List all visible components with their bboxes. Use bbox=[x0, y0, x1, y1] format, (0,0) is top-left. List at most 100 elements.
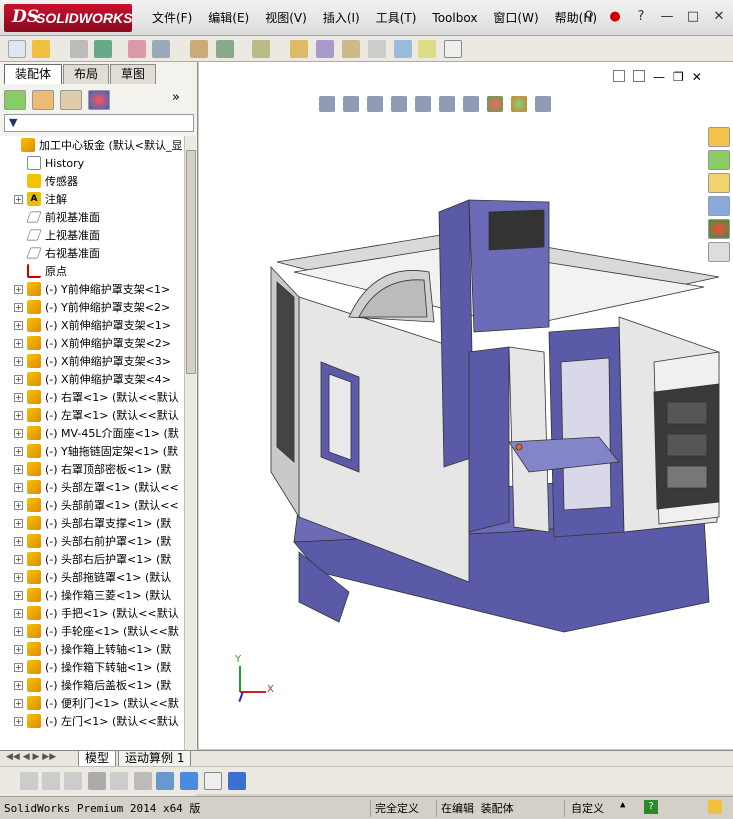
tree-item[interactable]: 加工中心钣金 (默认<默认_显 bbox=[0, 136, 184, 154]
expand-icon[interactable]: + bbox=[14, 680, 23, 690]
appearances-icon[interactable] bbox=[708, 219, 730, 239]
menu-window[interactable]: 窗口(W) bbox=[485, 9, 546, 27]
tree-item[interactable]: + (-) MV-45L介面座<1> (默 bbox=[0, 424, 184, 442]
reference-geometry-icon[interactable] bbox=[252, 40, 270, 58]
tree-item[interactable]: 传感器 bbox=[0, 172, 184, 190]
tree-item[interactable]: + (-) X前伸缩护罩支架<3> bbox=[0, 352, 184, 370]
tree-item[interactable]: + (-) 头部拖链罩<1> (默认 bbox=[0, 568, 184, 586]
align-icon[interactable] bbox=[134, 772, 152, 790]
expand-icon[interactable]: + bbox=[14, 320, 23, 330]
tree-item[interactable]: + (-) 手把<1> (默认<<默认 bbox=[0, 604, 184, 622]
close-icon[interactable]: ✕ bbox=[709, 7, 729, 27]
expand-icon[interactable]: + bbox=[14, 338, 23, 348]
snapshot-icon[interactable] bbox=[368, 40, 386, 58]
sketch-tool-icon[interactable] bbox=[20, 772, 38, 790]
menu-tools[interactable]: 工具(T) bbox=[368, 9, 425, 27]
tree-item[interactable]: + (-) 操作箱上转轴<1> (默 bbox=[0, 640, 184, 658]
shaded-icon[interactable] bbox=[180, 772, 198, 790]
tree-item[interactable]: + (-) 右罩顶部密板<1> (默 bbox=[0, 460, 184, 478]
expand-icon[interactable]: + bbox=[14, 374, 23, 384]
maximize-icon[interactable]: □ bbox=[683, 7, 703, 27]
tree-item[interactable]: + (-) 左门<1> (默认<<默认 bbox=[0, 712, 184, 730]
help-icon[interactable]: ? bbox=[631, 7, 651, 27]
tree-item[interactable]: + (-) 操作箱后盖板<1> (默 bbox=[0, 676, 184, 694]
expand-icon[interactable]: + bbox=[14, 608, 23, 618]
configuration-manager-icon[interactable] bbox=[60, 90, 82, 110]
tree-item[interactable]: + (-) X前伸缩护罩支架<2> bbox=[0, 334, 184, 352]
custom-properties-icon[interactable] bbox=[708, 242, 730, 262]
expand-icon[interactable]: + bbox=[14, 662, 23, 672]
tree-item[interactable]: 上视基准面 bbox=[0, 226, 184, 244]
open-icon[interactable] bbox=[32, 40, 50, 58]
expand-icon[interactable]: + bbox=[14, 626, 23, 636]
save-icon[interactable] bbox=[228, 772, 246, 790]
tree-item[interactable]: + (-) 手轮座<1> (默认<<默 bbox=[0, 622, 184, 640]
expand-icon[interactable]: + bbox=[14, 356, 23, 366]
expand-icon[interactable]: + bbox=[14, 554, 23, 564]
chart-icon[interactable] bbox=[156, 772, 174, 790]
solidworks-logo[interactable]: DS SOLIDWORKS bbox=[4, 4, 132, 32]
tree-item[interactable]: + (-) 便利门<1> (默认<<默 bbox=[0, 694, 184, 712]
tree-filter[interactable]: ▼ bbox=[4, 114, 194, 132]
interference-icon[interactable] bbox=[342, 40, 360, 58]
menu-edit[interactable]: 编辑(E) bbox=[200, 9, 257, 27]
file-explorer-icon[interactable] bbox=[708, 173, 730, 193]
pin-icon[interactable]: ⚲ bbox=[579, 7, 599, 27]
expand-icon[interactable]: + bbox=[14, 518, 23, 528]
property-manager-icon[interactable] bbox=[32, 90, 54, 110]
instant3d-icon[interactable] bbox=[418, 40, 436, 58]
expand-icon[interactable]: + bbox=[14, 446, 23, 456]
tree-item[interactable]: + (-) 右罩<1> (默认<<默认 bbox=[0, 388, 184, 406]
insert-component-icon[interactable] bbox=[128, 40, 146, 58]
tree-item[interactable]: + (-) 头部左罩<1> (默认<< bbox=[0, 478, 184, 496]
wireframe-icon[interactable] bbox=[64, 772, 82, 790]
tab-motion-study[interactable]: 运动算例 1 bbox=[118, 751, 192, 767]
table-icon[interactable] bbox=[204, 772, 222, 790]
tree-item[interactable]: + (-) 头部右后护罩<1> (默 bbox=[0, 550, 184, 568]
display-manager-icon[interactable] bbox=[88, 90, 110, 110]
expand-icon[interactable]: + bbox=[14, 482, 23, 492]
mate-icon[interactable] bbox=[94, 40, 112, 58]
move-component-icon[interactable] bbox=[152, 40, 170, 58]
expand-icon[interactable]: + bbox=[14, 428, 23, 438]
status-units[interactable]: 自定义 bbox=[564, 800, 608, 817]
expand-icon[interactable]: + bbox=[14, 536, 23, 546]
exploded-view-icon[interactable] bbox=[316, 40, 334, 58]
graphics-area[interactable]: — ❐ ✕ Y X bbox=[199, 62, 733, 749]
scrollbar-thumb[interactable] bbox=[186, 150, 196, 374]
tree-item[interactable]: + (-) 头部右前护罩<1> (默 bbox=[0, 532, 184, 550]
grid-icon[interactable] bbox=[110, 772, 128, 790]
tree-item[interactable]: + (-) 头部右罩支撑<1> (默 bbox=[0, 514, 184, 532]
tree-item[interactable]: 前视基准面 bbox=[0, 208, 184, 226]
tree-item[interactable]: + (-) 左罩<1> (默认<<默认 bbox=[0, 406, 184, 424]
status-tag-icon[interactable] bbox=[708, 800, 722, 814]
menu-toolbox[interactable]: Toolbox bbox=[424, 9, 485, 27]
tab-model[interactable]: 模型 bbox=[78, 751, 117, 767]
feature-manager-icon[interactable] bbox=[4, 90, 26, 110]
status-help-icon[interactable]: ? bbox=[644, 800, 658, 814]
expand-icon[interactable]: + bbox=[14, 500, 23, 510]
machine-model[interactable] bbox=[199, 62, 733, 749]
large-design-review-icon[interactable] bbox=[394, 40, 412, 58]
expand-icon[interactable]: + bbox=[14, 716, 23, 726]
tree-item[interactable]: + (-) 操作箱三菱<1> (默认 bbox=[0, 586, 184, 604]
design-library-icon[interactable] bbox=[708, 150, 730, 170]
expand-icon[interactable]: + bbox=[14, 284, 23, 294]
tree-item[interactable]: + (-) X前伸缩护罩支架<1> bbox=[0, 316, 184, 334]
tree-item[interactable]: 原点 bbox=[0, 262, 184, 280]
tab-assembly[interactable]: 装配体 bbox=[4, 64, 63, 84]
options-icon[interactable] bbox=[444, 40, 462, 58]
tab-layout[interactable]: 布局 bbox=[63, 64, 110, 84]
filter-icon[interactable]: ▼ bbox=[5, 116, 17, 129]
pattern-icon[interactable] bbox=[216, 40, 234, 58]
tree-item[interactable]: + (-) Y前伸缩护罩支架<1> bbox=[0, 280, 184, 298]
tab-nav-arrows[interactable]: ◀◀ ◀ ▶ ▶▶ bbox=[6, 752, 56, 762]
tree-item[interactable]: + (-) Y前伸缩护罩支架<2> bbox=[0, 298, 184, 316]
expand-icon[interactable]: + bbox=[14, 194, 23, 204]
traffic-light-icon[interactable]: ● bbox=[605, 7, 625, 27]
hidden-lines-icon[interactable] bbox=[42, 772, 60, 790]
minimize-icon[interactable]: — bbox=[657, 7, 677, 27]
expand-icon[interactable]: + bbox=[14, 464, 23, 474]
expand-icon[interactable]: + bbox=[14, 410, 23, 420]
tree-item[interactable]: + (-) Y轴拖链固定架<1> (默 bbox=[0, 442, 184, 460]
